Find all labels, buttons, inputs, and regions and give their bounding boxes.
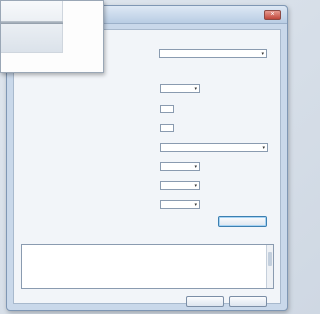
chevron-down-icon: ▾ bbox=[194, 182, 197, 189]
chevron-down-icon: ▾ bbox=[261, 50, 264, 57]
pipe-graphic bbox=[1, 21, 63, 24]
row6-select[interactable]: ▾ bbox=[160, 181, 200, 190]
profile-select[interactable]: ▾ bbox=[159, 49, 267, 58]
row7-select[interactable]: ▾ bbox=[160, 200, 200, 209]
preview-thumbnail bbox=[0, 0, 104, 73]
row4-select[interactable]: ▾ bbox=[160, 143, 268, 152]
chevron-down-icon: ▾ bbox=[194, 85, 197, 92]
chevron-down-icon: ▾ bbox=[194, 201, 197, 208]
default-button[interactable] bbox=[229, 296, 267, 307]
chevron-down-icon: ▾ bbox=[262, 144, 265, 151]
results-textbox[interactable] bbox=[21, 244, 274, 289]
calculate-button[interactable] bbox=[218, 216, 267, 227]
results-scrollbar[interactable] bbox=[266, 245, 273, 288]
row3-field[interactable] bbox=[160, 124, 174, 132]
scroll-thumb[interactable] bbox=[268, 252, 272, 266]
close-icon[interactable]: × bbox=[264, 9, 281, 20]
row1-select[interactable]: ▾ bbox=[160, 84, 200, 93]
row2-field[interactable] bbox=[160, 105, 174, 113]
close-button[interactable] bbox=[186, 296, 224, 307]
row5-select[interactable]: ▾ bbox=[160, 162, 200, 171]
results-text bbox=[22, 245, 273, 247]
preview-image bbox=[1, 1, 63, 53]
chevron-down-icon: ▾ bbox=[194, 163, 197, 170]
